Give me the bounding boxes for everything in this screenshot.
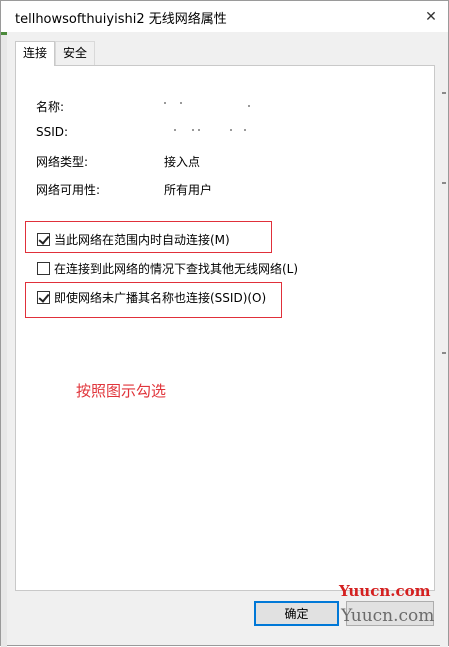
checkbox-find-other-networks-label: 在连接到此网络的情况下查找其他无线网络(L)	[54, 262, 299, 276]
tab-connection[interactable]: 连接	[15, 41, 56, 66]
checkbox-auto-connect-label: 当此网络在范围内时自动连接(M)	[54, 233, 230, 247]
tab-security-label: 安全	[63, 46, 88, 60]
close-button[interactable]: ✕	[414, 1, 448, 32]
close-icon: ✕	[425, 8, 437, 25]
window-title: tellhowsofthuiyishi2 无线网络属性	[15, 12, 227, 27]
ok-button[interactable]: 确定	[254, 601, 339, 626]
ssid-label: SSID:	[36, 125, 69, 139]
checkbox-find-other-networks-box[interactable]	[37, 262, 50, 275]
ok-button-label: 确定	[284, 607, 309, 621]
title-bar: tellhowsofthuiyishi2 无线网络属性 ✕	[1, 1, 448, 32]
checkbox-find-other-networks[interactable]: 在连接到此网络的情况下查找其他无线网络(L)	[37, 260, 298, 277]
checkbox-auto-connect-box[interactable]	[37, 233, 50, 246]
network-type-value: 接入点	[164, 155, 201, 169]
checkbox-auto-connect[interactable]: 当此网络在范围内时自动连接(M)	[37, 231, 230, 248]
annotation-text: 按照图示勾选	[76, 382, 167, 400]
availability-label: 网络可用性:	[36, 183, 101, 197]
connection-tab-page: 名称: SSID: 网络类型: 接入点 网络可用性: 所有用户 当此网络在范围内…	[15, 65, 435, 591]
checkbox-connect-hidden-ssid[interactable]: 即使网络未广播其名称也连接(SSID)(O)	[37, 289, 266, 306]
watermark-top: Yuucn.com	[339, 582, 431, 600]
tab-strip: 连接 安全	[15, 41, 96, 66]
checkbox-connect-hidden-ssid-label: 即使网络未广播其名称也连接(SSID)(O)	[54, 291, 267, 305]
checkbox-connect-hidden-ssid-box[interactable]	[37, 291, 50, 304]
watermark-bottom: Yuucn.com	[341, 606, 435, 626]
tab-security[interactable]: 安全	[55, 41, 96, 65]
background-window-right-edge	[440, 32, 448, 647]
tab-connection-label: 连接	[23, 46, 48, 60]
network-type-label: 网络类型:	[36, 155, 89, 169]
name-label: 名称:	[36, 100, 65, 114]
background-window-edge	[1, 32, 7, 647]
dialog-window: tellhowsofthuiyishi2 无线网络属性 ✕ 连接 安全 名称: …	[0, 0, 449, 647]
availability-value: 所有用户	[164, 183, 213, 197]
